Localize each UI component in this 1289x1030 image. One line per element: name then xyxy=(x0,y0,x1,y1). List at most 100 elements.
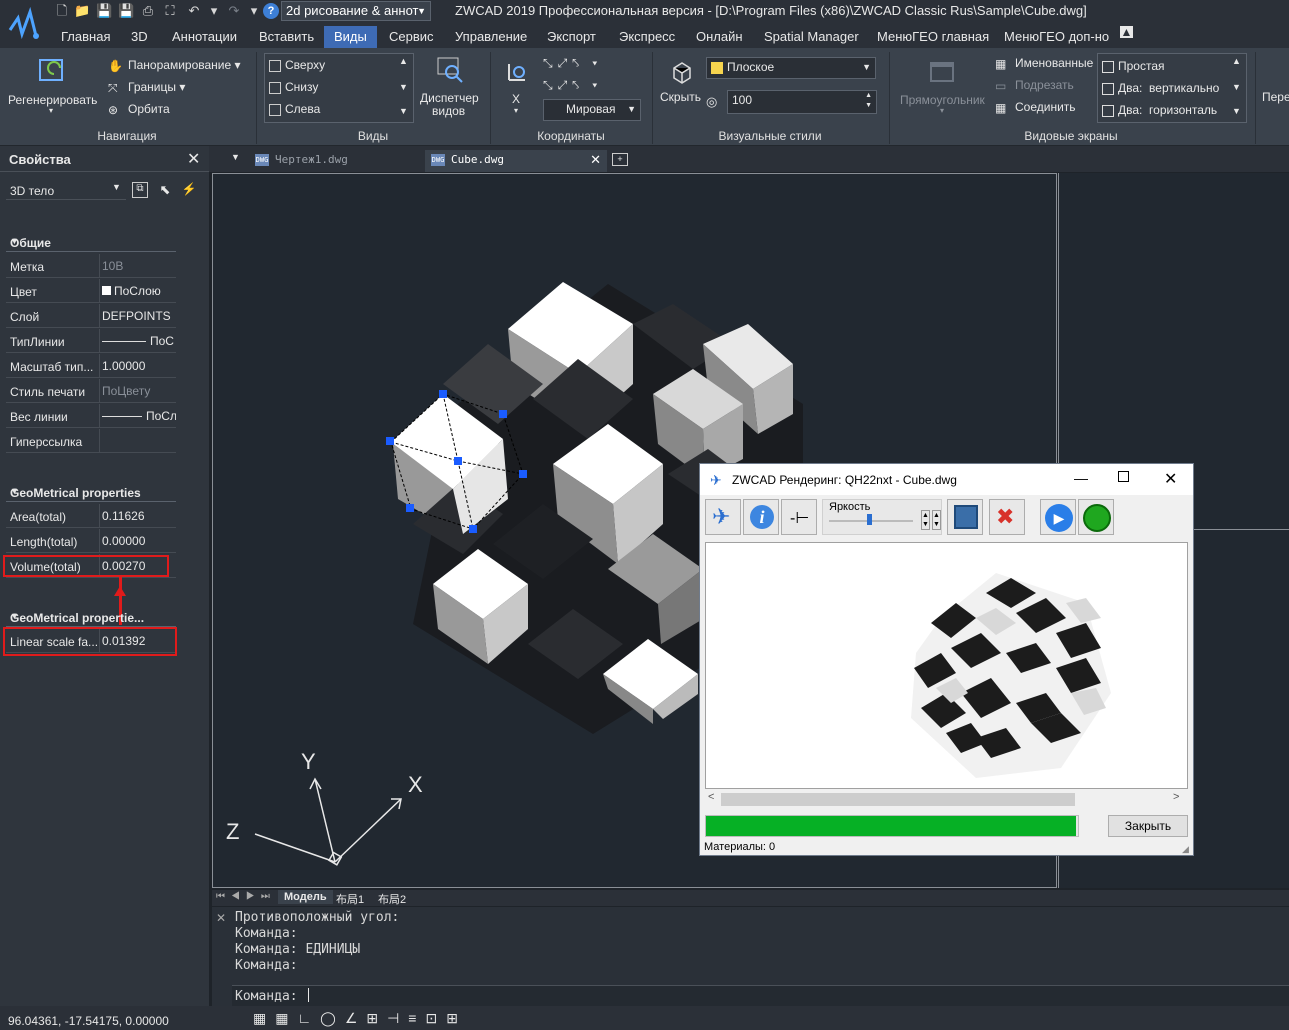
scroll-left-icon[interactable]: < xyxy=(708,791,714,803)
toggle-pickadd-icon[interactable]: ⧉ xyxy=(132,182,148,198)
prop-row[interactable]: Цвет ПоСлою xyxy=(6,279,176,303)
views-gallery[interactable]: Сверху Снизу Слева ▲ ▼ ▼ xyxy=(264,53,414,123)
prop-row[interactable]: Length(total) 0.00000 xyxy=(6,529,176,553)
gallery-up-icon[interactable]: ▲ xyxy=(1232,56,1241,66)
regen-button[interactable]: Регенерировать xyxy=(8,93,97,107)
tab-layout2[interactable]: 布局2 xyxy=(378,891,406,907)
option-button[interactable]: -⊢ xyxy=(781,499,817,535)
tab-views[interactable]: Виды xyxy=(324,26,377,48)
command-input[interactable]: Команда: xyxy=(232,985,1289,1006)
viewport-two-horizontal[interactable]: Два: горизонталь xyxy=(1102,103,1217,117)
brightness-spin[interactable]: ▲ ▼ xyxy=(932,510,941,530)
tab-annotations[interactable]: Аннотации xyxy=(172,29,237,44)
pan-button[interactable]: ✋ Панорамирование ▾ xyxy=(108,58,241,73)
new-tab-icon[interactable]: + xyxy=(612,153,628,166)
clip-viewport-button[interactable]: ▭ Подрезать xyxy=(995,78,1074,93)
tab-list-dropdown-icon[interactable]: ▼ xyxy=(231,152,240,162)
save-icon[interactable]: 💾 xyxy=(96,3,112,19)
select-objects-icon[interactable]: ⬉ xyxy=(157,182,173,198)
doc-tab-cube[interactable]: DWG Cube.dwg ✕ xyxy=(425,150,607,172)
redo-icon[interactable]: ↷ xyxy=(226,3,242,19)
zwcad-logo-icon[interactable] xyxy=(2,2,46,46)
prop-row[interactable]: Area(total) 0.11626 xyxy=(6,504,176,528)
gallery-expand-icon[interactable]: ▼ xyxy=(399,106,408,116)
brightness-spin[interactable]: ▲ ▼ xyxy=(921,510,930,530)
prop-row[interactable]: Масштаб тип... 1.00000 xyxy=(6,354,176,378)
ucs-x-label[interactable]: X xyxy=(512,92,520,106)
ucs-x-dropdown-icon[interactable]: ▾ xyxy=(514,106,518,115)
tab-service[interactable]: Сервис xyxy=(389,29,434,44)
opacity-input[interactable]: 100 ▲ ▼ xyxy=(727,90,877,114)
redo-dropdown-icon[interactable]: ▾ xyxy=(246,3,262,19)
group-geometrical-1[interactable]: GeoMetrical properties ▼ xyxy=(6,482,176,502)
ribbon-minimize-icon[interactable]: ▲ xyxy=(1120,26,1133,38)
prop-row[interactable]: ТипЛинии ПоС xyxy=(6,329,176,353)
view-bottom[interactable]: Снизу xyxy=(269,80,318,94)
view-left[interactable]: Слева xyxy=(269,102,320,116)
prop-row[interactable]: Вес линии ПоСл xyxy=(6,404,176,428)
group-general[interactable]: Общие ▼ xyxy=(6,232,176,252)
prop-row[interactable]: Стиль печати ПоЦвету xyxy=(6,379,176,403)
viewport-two-vertical[interactable]: Два: вертикально xyxy=(1102,81,1219,95)
info-button[interactable]: i xyxy=(743,499,779,535)
resize-grip-icon[interactable]: ◢ xyxy=(1182,844,1189,855)
view-manager-button[interactable]: Диспетчер xyxy=(420,91,479,105)
prop-row[interactable]: Метка 10B xyxy=(6,254,176,278)
clear-button[interactable]: ✖ xyxy=(989,499,1025,535)
brightness-slider-thumb[interactable] xyxy=(867,514,872,525)
preview-icon[interactable]: ⛶ xyxy=(162,3,178,19)
render-scene-button[interactable]: ✈ xyxy=(705,499,741,535)
close-icon[interactable]: ✕ xyxy=(216,911,226,925)
tab-home[interactable]: Главная xyxy=(61,29,110,44)
brightness-control[interactable]: Яркость ▲ ▼ ▲ ▼ xyxy=(822,499,942,535)
close-icon[interactable]: ✕ xyxy=(1164,469,1177,489)
maximize-icon[interactable] xyxy=(1118,471,1129,482)
doc-tab-drawing1[interactable]: DWG Чертеж1.dwg xyxy=(249,150,419,172)
workspace-select[interactable]: 2d рисование & аннот ▼ xyxy=(281,1,431,21)
ucs-world-select[interactable]: Мировая ▼ xyxy=(543,99,641,121)
rect-viewport-icon[interactable] xyxy=(928,58,956,86)
scroll-thumb[interactable] xyxy=(721,793,1075,806)
gallery-up-icon[interactable]: ▲ xyxy=(399,56,408,66)
viewport-single[interactable]: Простая xyxy=(1102,59,1165,73)
save-image-button[interactable] xyxy=(947,499,983,535)
object-type-select[interactable]: 3D тело ▼ xyxy=(6,180,126,200)
drafting-toggle-icons[interactable]: ▦▦∟◯∠⊞⊣≡⊡⊞ xyxy=(253,1010,467,1027)
ucs-icon[interactable] xyxy=(503,58,531,86)
join-viewports-button[interactable]: ▦ Соединить xyxy=(995,100,1076,115)
print-icon[interactable]: ⎙ xyxy=(140,3,156,19)
hide-button[interactable]: Скрыть xyxy=(660,90,701,104)
scroll-right-icon[interactable]: > xyxy=(1173,791,1179,803)
close-icon[interactable]: ✕ xyxy=(187,149,200,169)
save-as-icon[interactable]: 💾 xyxy=(118,3,134,19)
gallery-down-icon[interactable]: ▼ xyxy=(399,82,408,92)
help-icon[interactable]: ? xyxy=(263,3,279,19)
ucs-tools-row1[interactable]: ⤡⤢⤣ ▾ xyxy=(543,56,602,71)
play-button[interactable]: ▶ xyxy=(1040,499,1076,535)
tab-layout1[interactable]: 布局1 xyxy=(336,891,364,907)
ucs-tools-row2[interactable]: ⤡⤢⤣ ▾ xyxy=(543,78,602,93)
visual-style-select[interactable]: Плоское ▼ xyxy=(706,57,876,79)
tab-spatial-manager[interactable]: Spatial Manager xyxy=(764,29,859,44)
regen-icon[interactable] xyxy=(36,56,68,88)
view-manager-button-line2[interactable]: видов xyxy=(432,104,465,118)
close-tab-icon[interactable]: ✕ xyxy=(590,150,601,170)
tab-insert[interactable]: Вставить xyxy=(259,29,314,44)
quick-select-icon[interactable]: ⚡ xyxy=(181,182,197,198)
go-button[interactable] xyxy=(1078,499,1114,535)
regen-dropdown-icon[interactable]: ▾ xyxy=(49,106,53,115)
render-dialog-titlebar[interactable]: ✈ ZWCAD Рендеринг: QH22nxt - Cube.dwg — … xyxy=(700,464,1193,495)
hide-icon[interactable] xyxy=(668,58,696,86)
prop-row[interactable]: Гиперссылка xyxy=(6,429,176,453)
gallery-down-icon[interactable]: ▼ xyxy=(1232,82,1241,92)
rect-viewport-dropdown-icon[interactable]: ▾ xyxy=(940,106,944,115)
undo-dropdown-icon[interactable]: ▾ xyxy=(206,3,222,19)
tab-export[interactable]: Экспорт xyxy=(547,29,596,44)
open-icon[interactable]: 📁 xyxy=(74,3,90,19)
render-hscrollbar[interactable]: < > xyxy=(705,789,1188,809)
close-button[interactable]: Закрыть xyxy=(1108,815,1188,837)
tab-online[interactable]: Онлайн xyxy=(696,29,743,44)
tab-express[interactable]: Экспресс xyxy=(619,29,675,44)
tab-model[interactable]: Модель xyxy=(278,890,333,904)
orbit-button[interactable]: ⊛ Орбита xyxy=(108,102,170,117)
